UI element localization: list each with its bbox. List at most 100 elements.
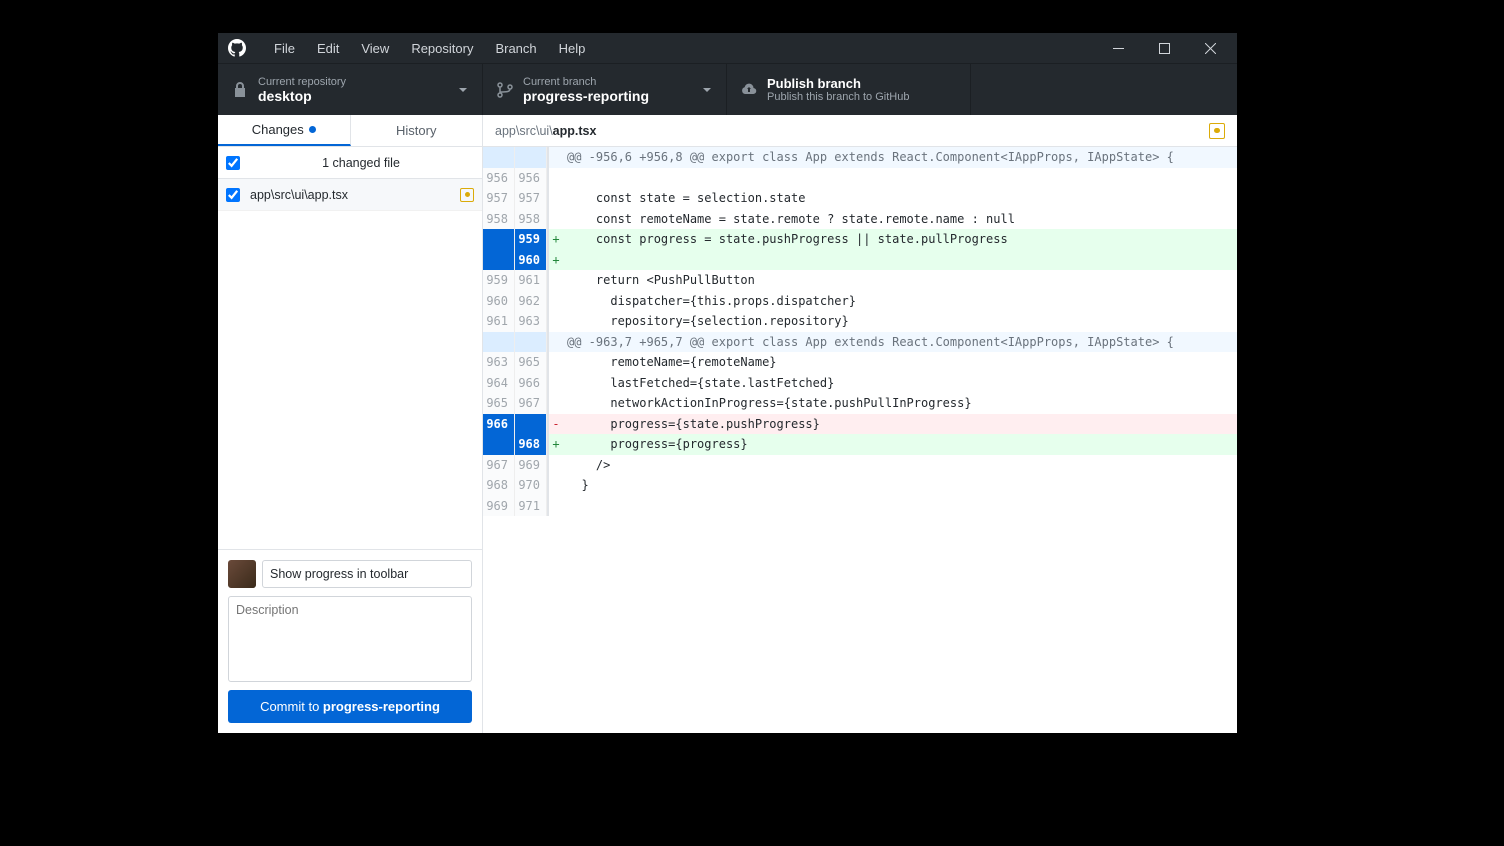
diff-line[interactable]: 968+ progress={progress} [483,434,1237,455]
publish-subtitle: Publish this branch to GitHub [767,91,909,103]
line-new: 963 [515,311,547,332]
code-content: const progress = state.pushProgress || s… [563,229,1237,250]
line-old: 966 [483,414,515,435]
line-new: 965 [515,352,547,373]
code-content: networkActionInProgress={state.pushPullI… [563,393,1237,414]
line-new: 970 [515,475,547,496]
line-new: 960 [515,250,547,271]
line-old [483,250,515,271]
code-content [563,250,1237,271]
code-content: dispatcher={this.props.dispatcher} [563,291,1237,312]
publish-title: Publish branch [767,76,909,91]
line-old: 967 [483,455,515,476]
sidebar: Changes History 1 changed file app\src\u… [218,115,483,733]
line-old: 965 [483,393,515,414]
line-new: 967 [515,393,547,414]
diff-line[interactable]: 968970 } [483,475,1237,496]
line-old: 957 [483,188,515,209]
diff-line[interactable]: 966- progress={state.pushProgress} [483,414,1237,435]
diff-line[interactable]: 963965 remoteName={remoteName} [483,352,1237,373]
tab-history[interactable]: History [351,115,483,146]
maximize-button[interactable] [1141,33,1187,63]
line-new [515,332,547,353]
menu-branch[interactable]: Branch [485,37,546,60]
code-content: return <PushPullButton [563,270,1237,291]
file-row[interactable]: app\src\ui\app.tsx [218,179,482,211]
commit-description-input[interactable] [228,596,472,682]
toolbar: Current repository desktop Current branc… [218,63,1237,115]
close-button[interactable] [1187,33,1233,63]
tab-history-label: History [396,123,436,138]
menu-repository[interactable]: Repository [401,37,483,60]
minimize-button[interactable] [1095,33,1141,63]
line-new [515,414,547,435]
branch-label: Current branch [523,76,649,88]
diff-marker [549,393,563,414]
diff-line[interactable]: 960+ [483,250,1237,271]
line-old [483,147,515,168]
tab-changes-label: Changes [252,122,304,137]
diff-line[interactable]: 967969 /> [483,455,1237,476]
menu-view[interactable]: View [351,37,399,60]
modified-badge-icon [1209,123,1225,139]
menu-bar: FileEditViewRepositoryBranchHelp [264,37,595,60]
avatar [228,560,256,588]
line-old: 959 [483,270,515,291]
commit-button[interactable]: Commit to progress-reporting [228,690,472,723]
commit-btn-prefix: Commit to [260,699,323,714]
diff-line[interactable]: 959+ const progress = state.pushProgress… [483,229,1237,250]
diff-line[interactable]: 965967 networkActionInProgress={state.pu… [483,393,1237,414]
modified-badge-icon [460,188,474,202]
tab-changes[interactable]: Changes [218,115,351,146]
line-old [483,434,515,455]
menu-edit[interactable]: Edit [307,37,349,60]
diff-line[interactable]: 969971 [483,496,1237,517]
file-checkbox[interactable] [226,188,240,202]
diff-line[interactable]: 958958 const remoteName = state.remote ?… [483,209,1237,230]
cloud-upload-icon [741,82,757,98]
lock-icon [232,82,248,98]
diff-line[interactable]: 957957 const state = selection.state [483,188,1237,209]
diff-marker: - [549,414,563,435]
line-new [515,147,547,168]
line-new: 957 [515,188,547,209]
github-logo-icon [228,39,246,57]
code-content: remoteName={remoteName} [563,352,1237,373]
diff-line[interactable]: 961963 repository={selection.repository} [483,311,1237,332]
diff-body[interactable]: @@ -956,6 +956,8 @@ export class App ext… [483,147,1237,733]
repo-label: Current repository [258,76,346,88]
changed-count: 1 changed file [248,156,474,170]
line-new: 956 [515,168,547,189]
line-old: 961 [483,311,515,332]
menu-help[interactable]: Help [549,37,596,60]
code-content: const remoteName = state.remote ? state.… [563,209,1237,230]
code-content: @@ -963,7 +965,7 @@ export class App ext… [563,332,1237,353]
diff-marker [549,352,563,373]
menu-file[interactable]: File [264,37,305,60]
commit-summary-input[interactable] [262,560,472,588]
line-new: 971 [515,496,547,517]
code-content: @@ -956,6 +956,8 @@ export class App ext… [563,147,1237,168]
commit-form: Commit to progress-reporting [218,549,482,733]
diff-line[interactable]: @@ -956,6 +956,8 @@ export class App ext… [483,147,1237,168]
diff-line[interactable]: @@ -963,7 +965,7 @@ export class App ext… [483,332,1237,353]
code-content: } [563,475,1237,496]
line-old: 969 [483,496,515,517]
branch-selector[interactable]: Current branch progress-reporting [483,64,727,115]
line-old [483,332,515,353]
line-old: 958 [483,209,515,230]
code-content: const state = selection.state [563,188,1237,209]
diff-line[interactable]: 959961 return <PushPullButton [483,270,1237,291]
code-content: progress={progress} [563,434,1237,455]
repo-selector[interactable]: Current repository desktop [218,64,483,115]
code-content: lastFetched={state.lastFetched} [563,373,1237,394]
diff-line[interactable]: 956956 [483,168,1237,189]
publish-button[interactable]: Publish branch Publish this branch to Gi… [727,64,971,115]
diff-line[interactable]: 964966 lastFetched={state.lastFetched} [483,373,1237,394]
line-old: 956 [483,168,515,189]
branch-icon [497,82,513,98]
select-all-checkbox[interactable] [226,156,240,170]
app-window: FileEditViewRepositoryBranchHelp Current… [218,33,1237,733]
diff-line[interactable]: 960962 dispatcher={this.props.dispatcher… [483,291,1237,312]
chevron-down-icon [458,85,468,95]
